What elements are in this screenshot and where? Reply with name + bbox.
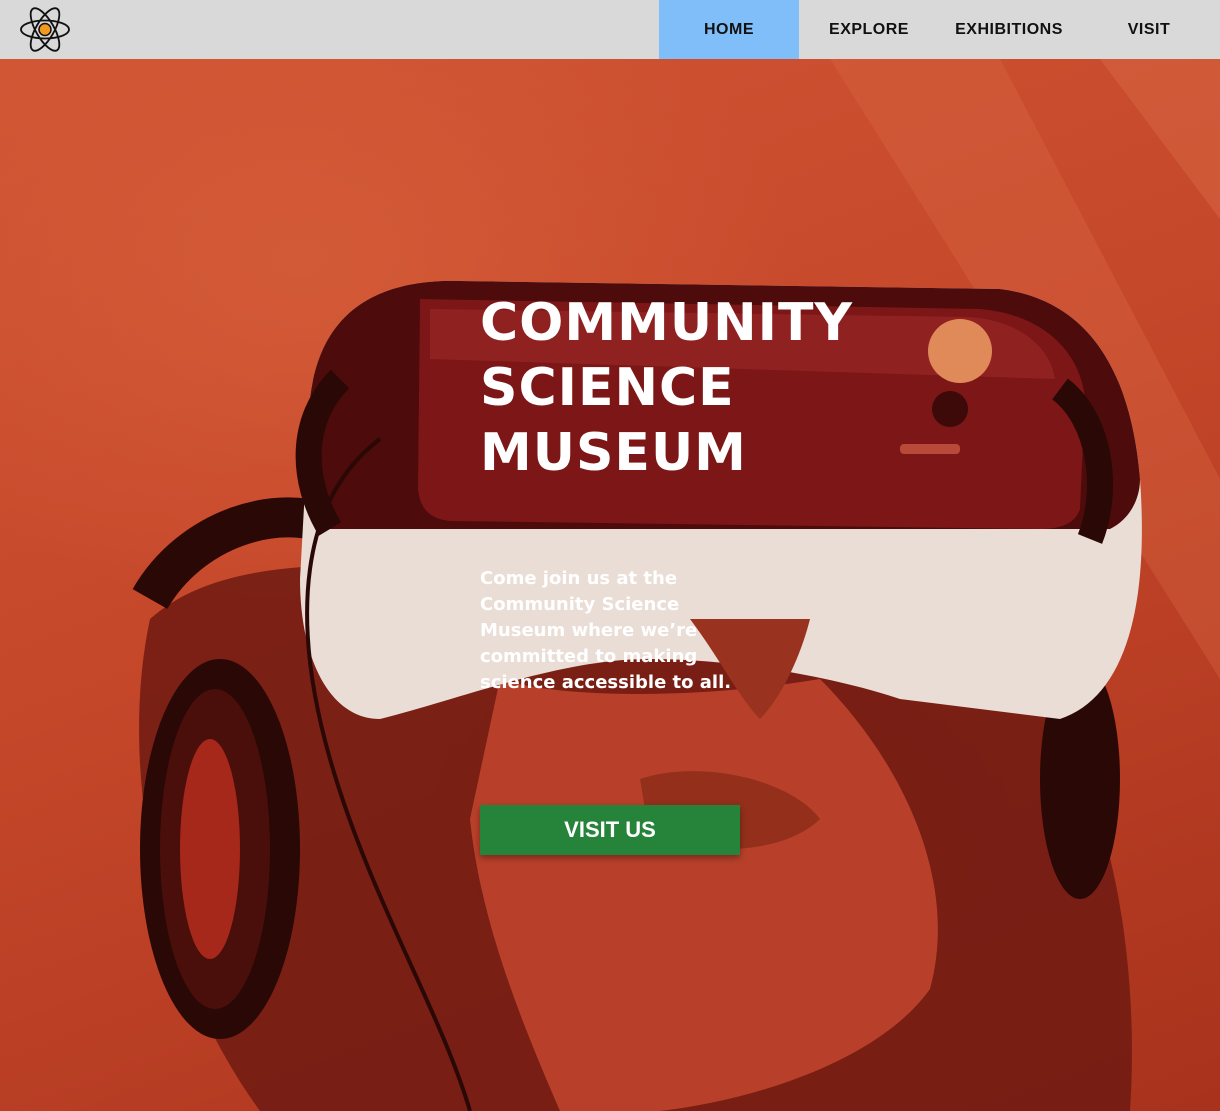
top-navbar: HOME EXPLORE EXHIBITIONS VISIT [0,0,1220,59]
hero-title-line: SCIENCE [480,358,735,418]
main-nav: HOME EXPLORE EXHIBITIONS VISIT [659,0,1219,59]
nav-home[interactable]: HOME [659,0,799,59]
hero-description: Come join us at the Community Science Mu… [480,568,732,693]
visit-us-button[interactable]: VISIT US [480,805,740,855]
atom-logo-graphic [20,7,70,52]
nav-exhibitions[interactable]: EXHIBITIONS [939,0,1079,59]
hero-title-line: MUSEUM [480,423,747,483]
atom-icon[interactable] [18,3,72,56]
nav-explore[interactable]: EXPLORE [799,0,939,59]
nav-visit[interactable]: VISIT [1079,0,1219,59]
hero-section: COMMUNITY SCIENCE MUSEUM Come join us at… [0,59,1220,1111]
hero-title-line: COMMUNITY [480,293,854,353]
hero-title: COMMUNITY SCIENCE MUSEUM [480,291,900,486]
